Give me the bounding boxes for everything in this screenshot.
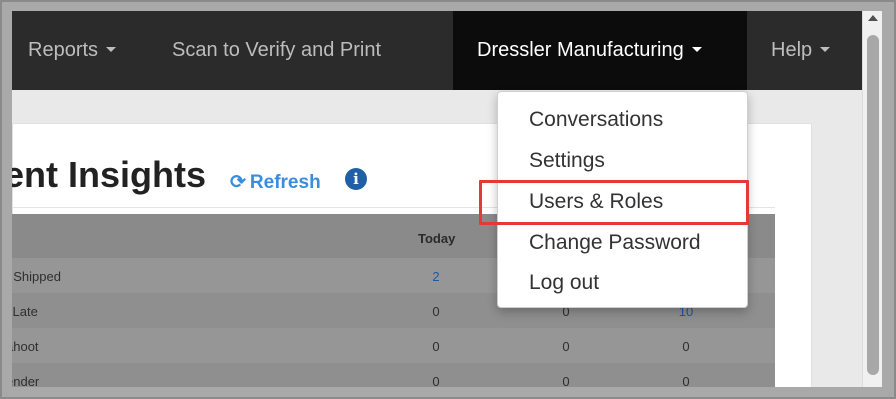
count-cell: 0 [562, 374, 570, 387]
nav-help[interactable]: Help [771, 11, 831, 90]
info-icon[interactable]: i [345, 168, 367, 190]
nav-company-label: Dressler Manufacturing [477, 39, 684, 61]
column-header-today: Today [418, 231, 456, 246]
menu-item-change-password[interactable]: Change Password [529, 231, 701, 255]
nav-reports[interactable]: Reports [28, 11, 117, 90]
nav-help-label: Help [771, 39, 813, 61]
menu-item-settings[interactable]: Settings [529, 149, 605, 173]
refresh-icon: ⟳ [230, 172, 246, 193]
top-navbar: Reports Scan to Verify and Print Dressle… [12, 11, 862, 90]
nav-scan-label: Scan to Verify and Print [172, 39, 382, 61]
nav-company-menu[interactable]: Dressler Manufacturing [453, 11, 747, 90]
row-label: ender [12, 374, 40, 387]
row-label: i Late [12, 304, 38, 319]
row-label: t Shipped [12, 269, 61, 284]
caret-down-icon [106, 47, 117, 53]
refresh-link[interactable]: ⟳ Refresh [230, 171, 321, 194]
company-dropdown-menu: Conversations Settings Users & Roles Cha… [479, 91, 749, 308]
scroll-up-arrow-icon[interactable] [868, 15, 878, 21]
vertical-scrollbar[interactable] [862, 11, 882, 387]
menu-item-conversations[interactable]: Conversations [529, 108, 663, 132]
caret-down-icon [820, 47, 831, 53]
nav-scan-to-verify[interactable]: Scan to Verify and Print [172, 11, 381, 90]
browser-viewport: Reports Scan to Verify and Print Dressle… [12, 11, 862, 387]
page-title: ent Insights [12, 154, 207, 195]
nav-reports-label: Reports [28, 39, 99, 61]
today-count: 0 [432, 339, 440, 354]
highlight-box [479, 180, 749, 225]
menu-item-log-out[interactable]: Log out [529, 271, 599, 295]
count-cell: 0 [682, 374, 690, 387]
today-count: 0 [432, 374, 440, 387]
refresh-label: Refresh [249, 172, 321, 193]
caret-down-icon [691, 47, 702, 53]
today-count-link[interactable]: 2 [421, 269, 451, 284]
count-cell: 0 [562, 339, 570, 354]
scrollbar-thumb[interactable] [867, 35, 879, 375]
count-cell: 0 [682, 339, 690, 354]
today-count: 0 [432, 304, 440, 319]
row-label: ahoot [12, 339, 39, 354]
table-row: ahoot 0 0 0 [12, 328, 775, 363]
table-row: ender 0 0 0 [12, 363, 775, 387]
